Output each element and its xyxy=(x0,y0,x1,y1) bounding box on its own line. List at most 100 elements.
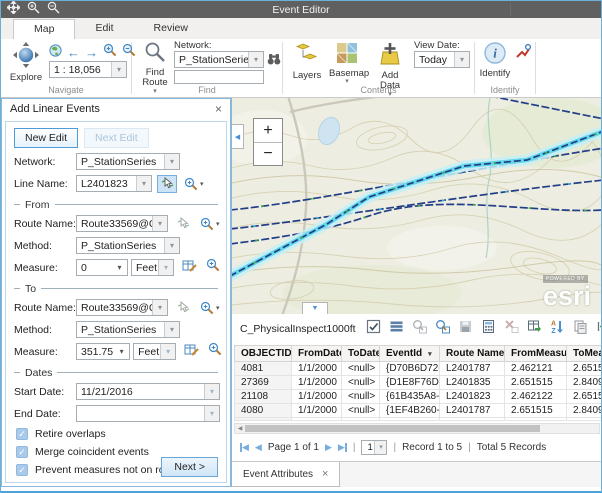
map-zoom-in-button[interactable]: + xyxy=(254,119,282,142)
select-records-icon[interactable] xyxy=(366,319,381,339)
view-date-combo[interactable]: Today ▾ xyxy=(414,51,470,68)
start-date-combo[interactable]: 11/21/2016 ▾ xyxy=(76,383,220,400)
collapse-table-arrow[interactable]: ▼ xyxy=(302,302,328,314)
checkbox-checked-icon[interactable]: ✓ xyxy=(16,464,28,476)
to-route-name-combo[interactable]: Route33569@Cent ▾ xyxy=(76,299,168,316)
horizontal-scrollbar[interactable]: ◀ xyxy=(234,423,600,434)
zoom-to-from-route-button[interactable]: ▾ xyxy=(200,217,220,231)
next-button[interactable]: Next > xyxy=(161,457,218,477)
previous-page-button[interactable]: ◀ xyxy=(255,442,262,453)
zoom-in-map-icon[interactable] xyxy=(103,43,117,62)
from-method-combo[interactable]: P_StationSeries ▾ xyxy=(76,237,180,254)
full-extent-globe-icon[interactable] xyxy=(49,44,62,62)
identify-icon: i xyxy=(484,42,506,64)
export-table-icon[interactable] xyxy=(527,319,542,339)
zoom-to-selected-disabled-icon[interactable] xyxy=(412,319,427,339)
tab-edit[interactable]: Edit xyxy=(75,19,133,39)
calculator-icon[interactable] xyxy=(481,319,496,339)
chevron-down-icon[interactable]: ▾ xyxy=(112,260,127,275)
new-edit-button[interactable]: New Edit xyxy=(14,128,78,148)
zoom-to-to-measure-icon[interactable] xyxy=(208,342,222,361)
chevron-down-icon[interactable]: ▾ xyxy=(136,176,151,191)
table-row[interactable]: 40811/1/2000<null>{D70B6D72-3L24017872.4… xyxy=(235,362,602,376)
identify-button[interactable]: i Identify xyxy=(477,42,513,79)
sort-az-icon[interactable]: AZ xyxy=(550,319,565,339)
save-icon[interactable] xyxy=(458,319,473,339)
group-label-identify: Identify xyxy=(475,85,535,95)
table-row[interactable]: 211081/1/2000<null>{61B435A8-32L24018232… xyxy=(235,390,602,404)
from-measure-convert-icon[interactable] xyxy=(182,258,197,278)
chevron-down-icon[interactable]: ▾ xyxy=(160,344,175,359)
scrollbar-thumb[interactable] xyxy=(245,425,540,432)
table-row[interactable]: 40801/1/2000<null>{1EF4B260-F0L24017872.… xyxy=(235,404,602,418)
chevron-down-icon[interactable]: ▾ xyxy=(114,344,129,359)
basemap-button[interactable]: Basemap ▾ xyxy=(329,42,365,84)
chevron-down-icon[interactable]: ▾ xyxy=(152,216,167,231)
select-to-route-on-map-icon[interactable] xyxy=(173,299,193,317)
table-header-row[interactable]: OBJECTID FromDate ToDate EventId▾ Route … xyxy=(235,346,602,362)
chevron-down-icon[interactable]: ▾ xyxy=(152,300,167,315)
to-measure-convert-icon[interactable] xyxy=(184,342,199,362)
collapse-panel-arrow[interactable]: ◀ xyxy=(232,124,244,149)
chevron-down-icon[interactable]: ▾ xyxy=(164,322,179,337)
page-number-combo[interactable]: 1 ▾ xyxy=(361,440,387,455)
tab-map[interactable]: Map xyxy=(13,19,75,39)
scale-combo[interactable]: 1 : 18,056 ▾ xyxy=(49,61,127,78)
chevron-down-icon[interactable]: ▾ xyxy=(111,62,126,77)
delete-selected-disabled-icon[interactable] xyxy=(504,319,519,339)
find-route-input[interactable] xyxy=(174,70,264,84)
zoom-out-icon[interactable] xyxy=(47,1,60,19)
close-icon[interactable]: × xyxy=(322,468,328,480)
select-from-route-on-map-icon[interactable] xyxy=(173,215,193,233)
next-edit-button[interactable]: Next Edit xyxy=(84,128,149,148)
attribute-table[interactable]: OBJECTID FromDate ToDate EventId▾ Route … xyxy=(234,345,602,421)
line-name-combo[interactable]: L2401823 ▾ xyxy=(76,175,152,192)
explore-sphere-icon xyxy=(13,42,39,68)
forward-extent-icon[interactable]: → xyxy=(85,46,98,59)
ribbon-group-contents: Layers Basemap ▾ Add Data ▾ View Date: T… xyxy=(283,39,474,97)
chevron-down-icon[interactable]: ▾ xyxy=(248,52,263,67)
pan-to-selected-icon[interactable] xyxy=(435,319,450,339)
identify-route-location-icon[interactable] xyxy=(515,44,531,65)
network-combo[interactable]: P_StationSeries ▾ xyxy=(76,153,180,170)
chevron-down-icon[interactable]: ▾ xyxy=(454,52,469,67)
ribbon-network-combo[interactable]: P_StationSeries ▾ xyxy=(174,51,264,68)
chevron-down-icon[interactable]: ▾ xyxy=(158,260,173,275)
layers-button[interactable]: Layers xyxy=(291,42,323,81)
select-line-on-map-icon[interactable] xyxy=(157,175,177,193)
retire-overlaps-checkbox[interactable]: ✓ Retire overlaps xyxy=(16,428,218,440)
zoom-to-line-button[interactable]: ▾ xyxy=(184,177,204,191)
end-date-combo[interactable]: ▾ xyxy=(76,405,220,422)
tab-event-attributes[interactable]: Event Attributes × xyxy=(232,462,340,487)
next-page-button[interactable]: ▶ xyxy=(325,442,332,453)
from-unit-combo[interactable]: Feet ▾ xyxy=(131,259,174,276)
table-row[interactable]: 273691/1/2000<null>{D1E8F76D-FL24018352.… xyxy=(235,376,602,390)
checkbox-checked-icon[interactable]: ✓ xyxy=(16,428,28,440)
from-measure-combo[interactable]: 0 ▾ xyxy=(76,259,128,276)
close-icon[interactable]: × xyxy=(215,102,222,116)
show-selected-rows-icon[interactable] xyxy=(389,319,404,339)
zoom-to-to-route-button[interactable]: ▾ xyxy=(200,301,220,315)
fit-columns-icon[interactable] xyxy=(596,319,602,339)
zoom-in-icon[interactable] xyxy=(27,1,40,19)
copy-rows-icon[interactable] xyxy=(573,319,588,339)
back-extent-icon[interactable]: ← xyxy=(67,46,80,59)
checkbox-checked-icon[interactable]: ✓ xyxy=(16,446,28,458)
last-page-button[interactable]: ▶ xyxy=(338,442,347,453)
pan-icon[interactable] xyxy=(7,1,20,19)
map-view[interactable]: ◀ + − POWERED BY esri ▼ xyxy=(231,98,602,314)
chevron-down-icon[interactable]: ▾ xyxy=(204,406,219,421)
first-page-button[interactable]: ◀ xyxy=(240,442,249,453)
tab-review[interactable]: Review xyxy=(134,19,208,39)
zoom-to-from-measure-icon[interactable] xyxy=(206,258,220,277)
chevron-down-icon[interactable]: ▾ xyxy=(204,384,219,399)
to-measure-combo[interactable]: 351.75 ▾ xyxy=(76,343,130,360)
chevron-down-icon[interactable]: ▾ xyxy=(164,238,179,253)
to-method-combo[interactable]: P_StationSeries ▾ xyxy=(76,321,180,338)
map-zoom-out-button[interactable]: − xyxy=(254,142,282,165)
to-unit-combo[interactable]: Feet ▾ xyxy=(133,343,176,360)
binoculars-icon[interactable] xyxy=(267,52,281,71)
from-route-name-combo[interactable]: Route33569@Cent ▾ xyxy=(76,215,168,232)
explore-button[interactable]: Explore xyxy=(5,42,47,83)
chevron-down-icon[interactable]: ▾ xyxy=(164,154,179,169)
